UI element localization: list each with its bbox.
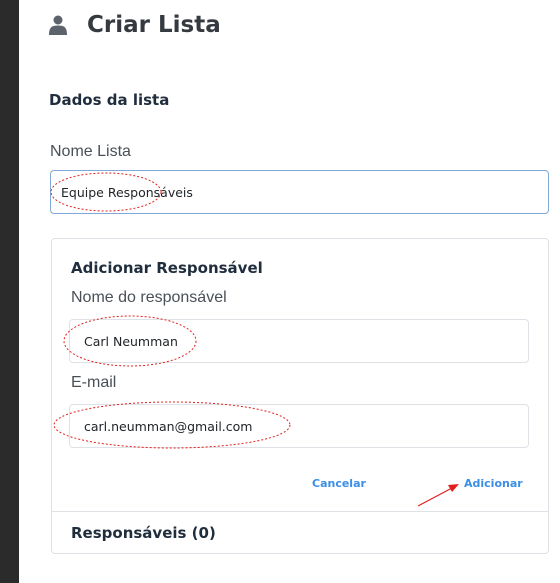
sidebar-edge — [0, 0, 19, 583]
cancel-button[interactable]: Cancelar — [312, 477, 366, 490]
list-name-label: Nome Lista — [50, 143, 131, 160]
list-name-value: Equipe Responsáveis — [61, 184, 193, 200]
user-icon — [49, 15, 67, 35]
add-button[interactable]: Adicionar — [464, 477, 523, 490]
add-responsible-card: Adicionar Responsável Nome do responsáve… — [51, 238, 549, 554]
responsible-name-label: Nome do responsável — [71, 289, 227, 306]
responsible-name-value: Carl Neumman — [84, 333, 178, 349]
email-input[interactable]: carl.neumman@gmail.com — [69, 404, 529, 448]
responsible-name-input[interactable]: Carl Neumman — [69, 319, 529, 363]
list-name-input[interactable]: Equipe Responsáveis — [50, 170, 549, 214]
card-title: Adicionar Responsável — [71, 259, 263, 277]
page-header: Criar Lista — [49, 12, 221, 38]
page-title: Criar Lista — [87, 12, 221, 38]
responsibles-title: Responsáveis (0) — [71, 524, 216, 542]
email-value: carl.neumman@gmail.com — [84, 418, 253, 434]
section-title-list-data: Dados da lista — [49, 91, 170, 109]
email-label: E-mail — [71, 374, 117, 391]
responsibles-footer: Responsáveis (0) — [52, 511, 548, 553]
